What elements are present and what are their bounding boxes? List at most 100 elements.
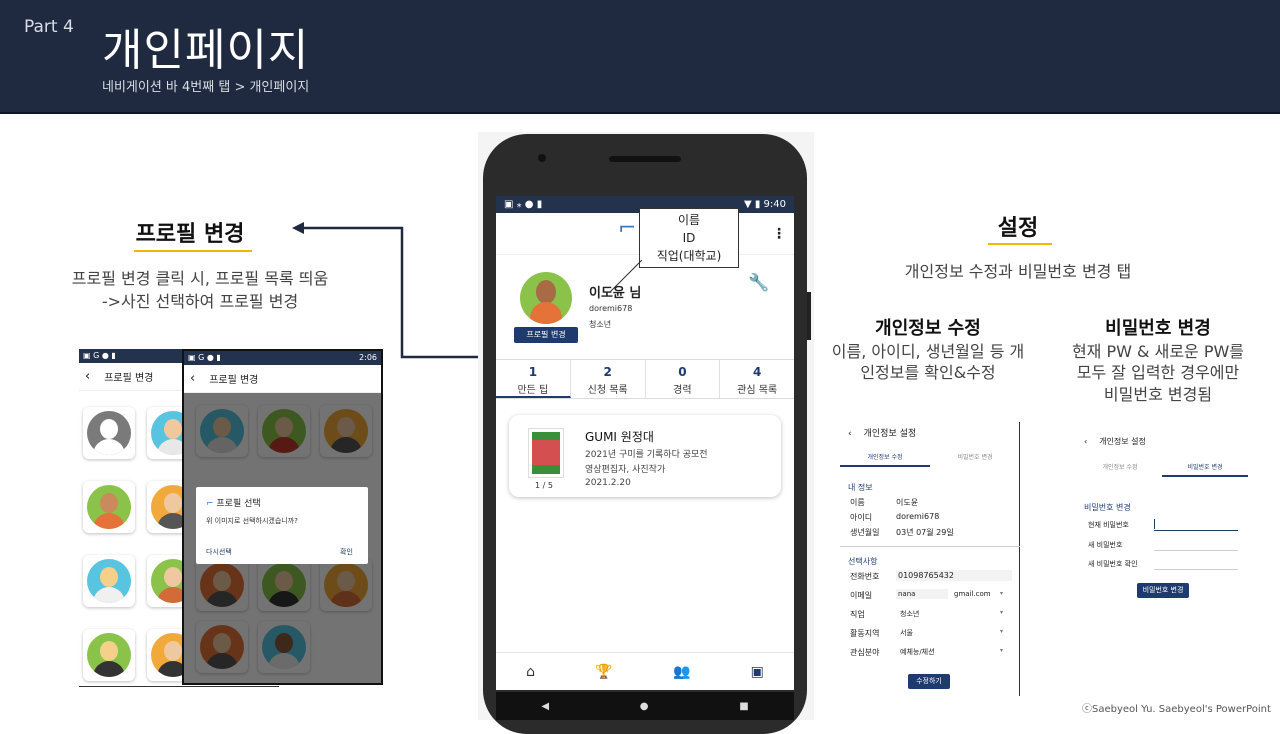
section-my-info: 내 정보 xyxy=(848,483,873,492)
pw-change-desc-2: 모두 잘 입력한 경우에만 xyxy=(1076,363,1240,382)
interest-select[interactable]: 예체능/체션 xyxy=(900,647,935,657)
tab-pw-change[interactable]: 비밀번호 변경 xyxy=(1162,462,1248,477)
connector-arrow xyxy=(292,222,496,359)
page-subtitle: 네비게이션 바 4번째 탭 > 개인페이지 xyxy=(102,80,310,95)
home-key-icon[interactable]: ● xyxy=(640,701,649,712)
new-pw-input[interactable] xyxy=(1154,550,1238,551)
interest-label: 관심분야 xyxy=(850,648,880,657)
tab-info-edit[interactable]: 개인정보 수정 xyxy=(1078,462,1162,471)
confirm-pw-label: 새 비밀번호 확인 xyxy=(1088,560,1138,568)
back-icon[interactable]: ‹ xyxy=(85,369,90,384)
tab-pw-change[interactable]: 비밀번호 변경 xyxy=(930,452,1020,461)
avatar-option[interactable] xyxy=(83,629,135,681)
user-id: doremi678 xyxy=(589,304,633,313)
tip-title: GUMI 원정대 xyxy=(585,430,654,444)
confirm-button[interactable]: 확인 xyxy=(340,547,353,557)
email-id-input[interactable]: nana xyxy=(896,589,948,599)
app-header: ‹ 프로필 변경 xyxy=(184,365,381,393)
tab-made-tips[interactable]: 1 만든 팁 xyxy=(496,360,571,398)
job-label: 직업 xyxy=(850,610,865,619)
tip-desc: 2021년 구미를 기록하다 공모전 xyxy=(585,450,708,460)
tab-info-edit[interactable]: 개인정보 수정 xyxy=(840,452,930,467)
phone-input[interactable]: 01098765432 xyxy=(896,570,1012,581)
contact-icon[interactable]: ▣ xyxy=(751,664,764,680)
text-cursor xyxy=(1154,519,1155,529)
phone-label: 전화번호 xyxy=(850,572,880,581)
profile-avatar xyxy=(520,272,572,324)
change-pw-button[interactable]: 비밀번호 변경 xyxy=(1137,583,1189,598)
avatar-option[interactable] xyxy=(83,481,135,533)
part-label: Part 4 xyxy=(24,17,74,37)
pw-change-title: 비밀번호 변경 xyxy=(1105,318,1211,339)
confirm-pw-input[interactable] xyxy=(1154,569,1238,570)
current-pw-input[interactable] xyxy=(1154,530,1238,531)
row-label: 이름 xyxy=(850,498,865,507)
more-menu-icon[interactable]: ⋮ xyxy=(772,226,786,242)
email-domain-select[interactable]: gmail.com xyxy=(954,590,991,598)
row-label: 아이디 xyxy=(850,513,873,522)
settings-wrench-icon[interactable]: 🔧 xyxy=(748,273,769,293)
title-underline xyxy=(134,250,252,252)
callout-id: ID xyxy=(682,231,696,245)
tab-interest-list[interactable]: 4 관심 목록 xyxy=(720,360,794,398)
region-select[interactable]: 서울 xyxy=(900,628,913,638)
page-title: 개인페이지 xyxy=(102,25,310,76)
dropdown-icon: ▾ xyxy=(1000,647,1004,654)
profile-change-title: 프로필 변경 xyxy=(135,222,245,247)
retry-button[interactable]: 다시선택 xyxy=(206,547,232,557)
dropdown-icon: ▾ xyxy=(1000,590,1004,597)
image-pager: 1 / 5 xyxy=(535,481,553,490)
screen-title: 프로필 변경 xyxy=(209,375,259,386)
back-key-icon[interactable]: ◀ xyxy=(541,701,549,712)
back-icon: ‹ xyxy=(1084,437,1088,446)
home-icon[interactable]: ⌂ xyxy=(526,664,535,680)
profile-select-dialog: ⌐ 프로필 선택 위 이미지로 선택하시겠습니까? 다시선택 확인 xyxy=(196,487,368,564)
new-pw-label: 새 비밀번호 xyxy=(1088,541,1123,549)
info-edit-desc-1: 이름, 아이디, 생년월일 등 개 xyxy=(831,342,1025,361)
info-edit-title: 개인정보 수정 xyxy=(875,318,981,339)
email-label: 이메일 xyxy=(850,591,873,600)
avatar-option[interactable] xyxy=(83,555,135,607)
job-select[interactable]: 청소년 xyxy=(900,609,919,619)
slide-header: Part 4 개인페이지 네비게이션 바 4번째 탭 > 개인페이지 xyxy=(0,0,1280,114)
group-icon[interactable]: 👥 xyxy=(673,664,690,680)
tip-card[interactable]: 1 / 5 GUMI 원정대 2021년 구미를 기록하다 공모전 영상편집자,… xyxy=(509,415,781,497)
pw-change-desc-1: 현재 PW & 새로운 PW를 xyxy=(1071,342,1245,361)
screen-title: 프로필 변경 xyxy=(104,373,154,384)
screen-header: ‹ 개인정보 설정 xyxy=(1084,437,1146,446)
speaker-grille xyxy=(609,156,681,162)
section-pw-change: 비밀번호 변경 xyxy=(1084,503,1131,512)
row-value: doremi678 xyxy=(896,512,940,521)
current-pw-label: 현재 비밀번호 xyxy=(1088,521,1129,529)
trophy-icon[interactable]: 🏆 xyxy=(595,664,612,680)
dialog-message: 위 이미지로 선택하시겠습니까? xyxy=(206,517,298,525)
status-bar: ▣ G ● ▮ 2:06 xyxy=(184,351,381,365)
soft-keys: ◀ ● ■ xyxy=(496,692,794,720)
user-job: 청소년 xyxy=(589,320,612,329)
info-callout: 이름 ID 직업(대학교) xyxy=(639,208,739,268)
save-info-button[interactable]: 수정하기 xyxy=(908,674,950,689)
settings-desc: 개인정보 수정과 비밀번호 변경 탭 xyxy=(904,262,1132,281)
dropdown-icon: ▾ xyxy=(1000,609,1004,616)
tip-date: 2021.2.20 xyxy=(585,478,631,488)
pw-settings-screen: ‹ 개인정보 설정 개인정보 수정 비밀번호 변경 비밀번호 변경 현재 비밀번호… xyxy=(1078,430,1248,610)
user-name: 이도윤 님 xyxy=(589,286,642,301)
default-avatar[interactable] xyxy=(83,407,135,459)
row-label: 생년월일 xyxy=(850,528,880,537)
recent-key-icon[interactable]: ■ xyxy=(739,701,748,712)
dropdown-icon: ▾ xyxy=(1000,628,1004,635)
tab-career[interactable]: 0 경력 xyxy=(646,360,721,398)
callout-name: 이름 xyxy=(677,213,701,227)
tab-applied-list[interactable]: 2 신청 목록 xyxy=(571,360,646,398)
title-underline xyxy=(988,243,1052,245)
camera-icon xyxy=(538,154,546,162)
info-edit-desc-2: 인정보를 확인&수정 xyxy=(860,363,996,382)
dialog-title: ⌐ 프로필 선택 xyxy=(206,499,261,509)
profile-change-button[interactable]: 프로필 변경 xyxy=(514,327,578,343)
bottom-nav: ⌂ 🏆 👥 ▣ xyxy=(496,652,794,690)
back-icon[interactable]: ‹ xyxy=(190,371,195,386)
divider xyxy=(840,546,1020,547)
phone-screen: ▣ ⁎ ● ▮ ▼ ▮ 9:40 ⌐ ⋮ 이름 ID 직업(대학교) 프로필 변경… xyxy=(496,196,794,690)
info-settings-screen: ‹ 개인정보 설정 개인정보 수정 비밀번호 변경 내 정보 이름 이도윤 아이디… xyxy=(840,422,1020,696)
app-logo-icon: ⌐ xyxy=(206,499,217,509)
